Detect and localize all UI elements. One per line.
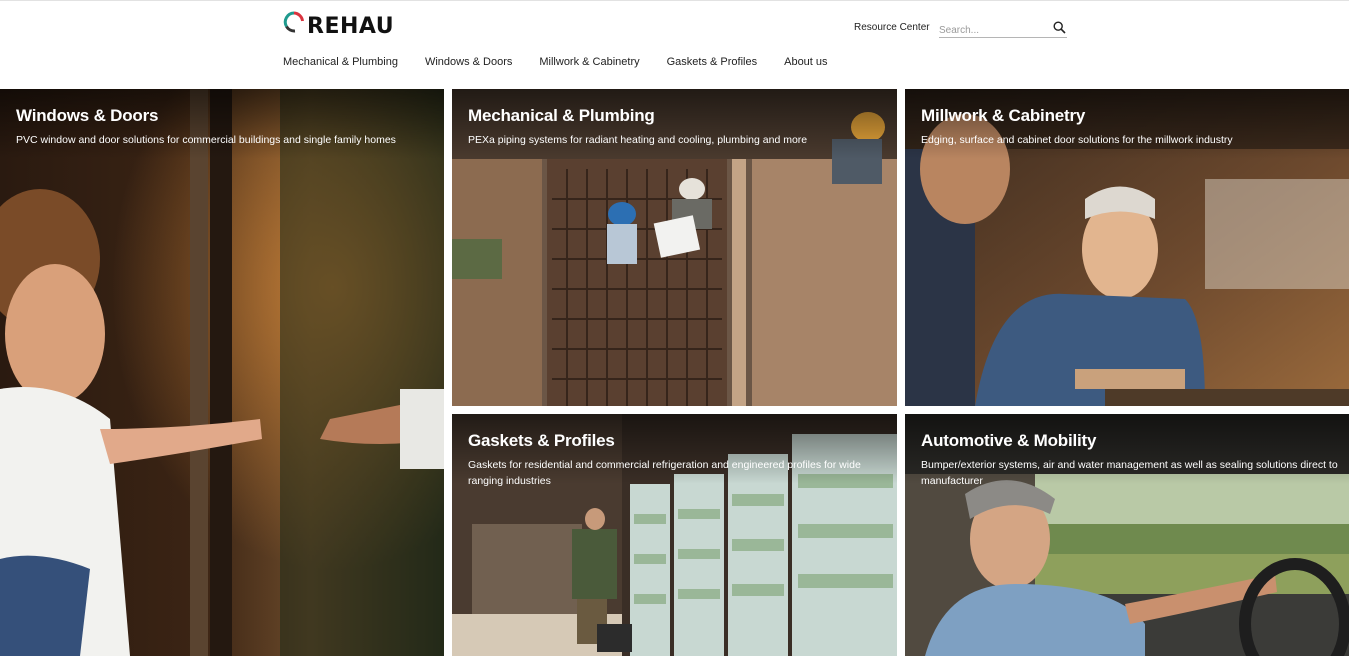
nav-item-windows-doors[interactable]: Windows & Doors: [425, 56, 512, 68]
nav-item-mechanical-plumbing[interactable]: Mechanical & Plumbing: [283, 56, 398, 68]
tile-title: Millwork & Cabinetry: [921, 106, 1086, 125]
tile-automotive-mobility[interactable]: Automotive & Mobility Bumper/exterior sy…: [905, 414, 1349, 656]
logo-wordmark: REHAU: [307, 14, 395, 39]
tile-windows-doors[interactable]: Windows & Doors PVC window and door solu…: [0, 89, 444, 656]
search-icon[interactable]: [1053, 21, 1066, 34]
search-box: [939, 19, 1067, 38]
nav-item-millwork-cabinetry[interactable]: Millwork & Cabinetry: [539, 56, 639, 68]
nav-item-about-us[interactable]: About us: [784, 56, 827, 68]
tile-title: Windows & Doors: [16, 106, 159, 125]
tile-millwork-cabinetry[interactable]: Millwork & Cabinetry Edging, surface and…: [905, 89, 1349, 406]
nav-item-gaskets-profiles[interactable]: Gaskets & Profiles: [667, 56, 757, 68]
rehau-logo[interactable]: REHAU: [283, 10, 394, 40]
tile-gaskets-profiles[interactable]: Gaskets & Profiles Gaskets for residenti…: [452, 414, 897, 656]
tile-description: Edging, surface and cabinet door solutio…: [921, 134, 1233, 146]
tile-description: Gaskets for residential and commercial r…: [468, 459, 861, 487]
resource-center-link[interactable]: Resource Center: [854, 22, 930, 33]
main-nav: Mechanical & Plumbing Windows & Doors Mi…: [283, 56, 855, 68]
rehau-logo-icon: [283, 11, 304, 33]
tile-description: PVC window and door solutions for commer…: [16, 134, 396, 146]
search-input[interactable]: [939, 19, 1049, 37]
tile-title: Gaskets & Profiles: [468, 431, 615, 450]
tile-title: Automotive & Mobility: [921, 431, 1097, 450]
site-header: REHAU Resource Center Mechanical & Plumb…: [0, 0, 1349, 89]
tile-mechanical-plumbing[interactable]: Mechanical & Plumbing PEXa piping system…: [452, 89, 897, 406]
tile-description: PEXa piping systems for radiant heating …: [468, 134, 808, 146]
tile-title: Mechanical & Plumbing: [468, 106, 655, 125]
child-window-image: [0, 89, 444, 656]
tile-description: Bumper/exterior systems, air and water m…: [921, 459, 1338, 487]
